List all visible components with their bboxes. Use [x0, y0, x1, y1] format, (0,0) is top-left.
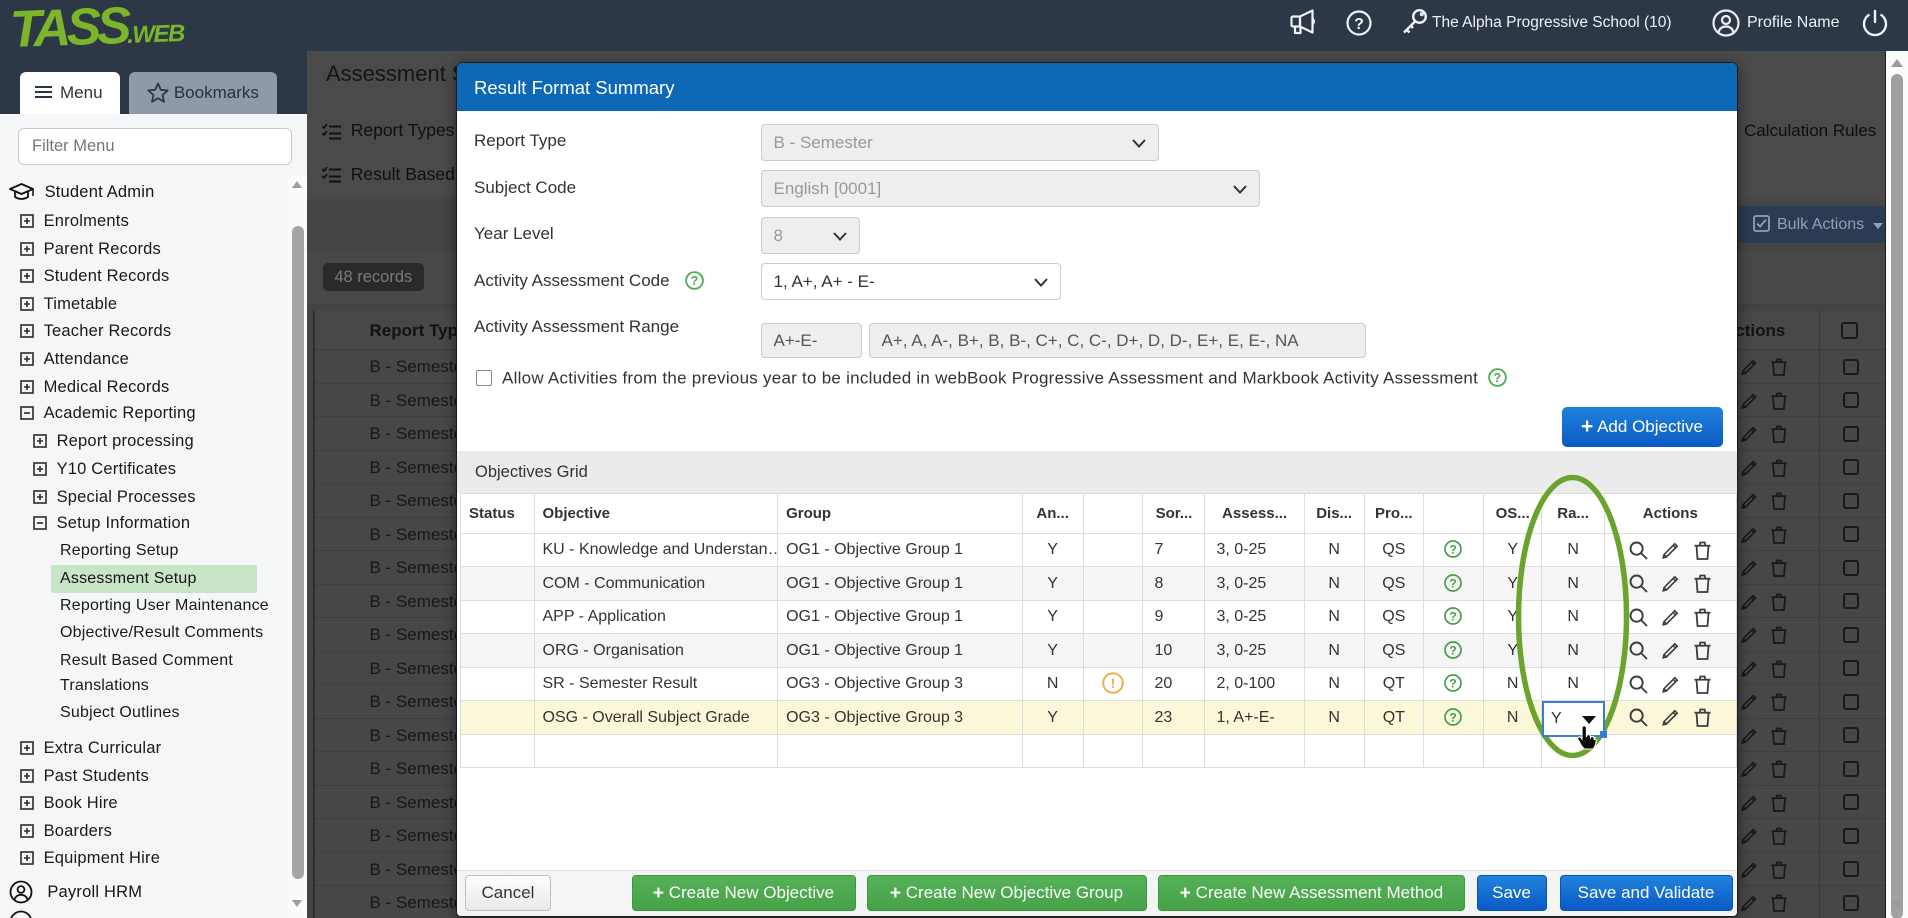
svg-text:?: ?	[1354, 16, 1364, 33]
svg-text:!: !	[1111, 675, 1116, 691]
svg-text:?: ?	[1494, 371, 1502, 385]
svg-text:?: ?	[1450, 677, 1457, 691]
svg-text:?: ?	[1450, 543, 1457, 557]
svg-text:?: ?	[691, 274, 699, 288]
svg-text:?: ?	[1450, 710, 1457, 724]
svg-text:?: ?	[1450, 643, 1457, 657]
svg-text:?: ?	[1450, 576, 1457, 590]
svg-text:?: ?	[1450, 610, 1457, 624]
